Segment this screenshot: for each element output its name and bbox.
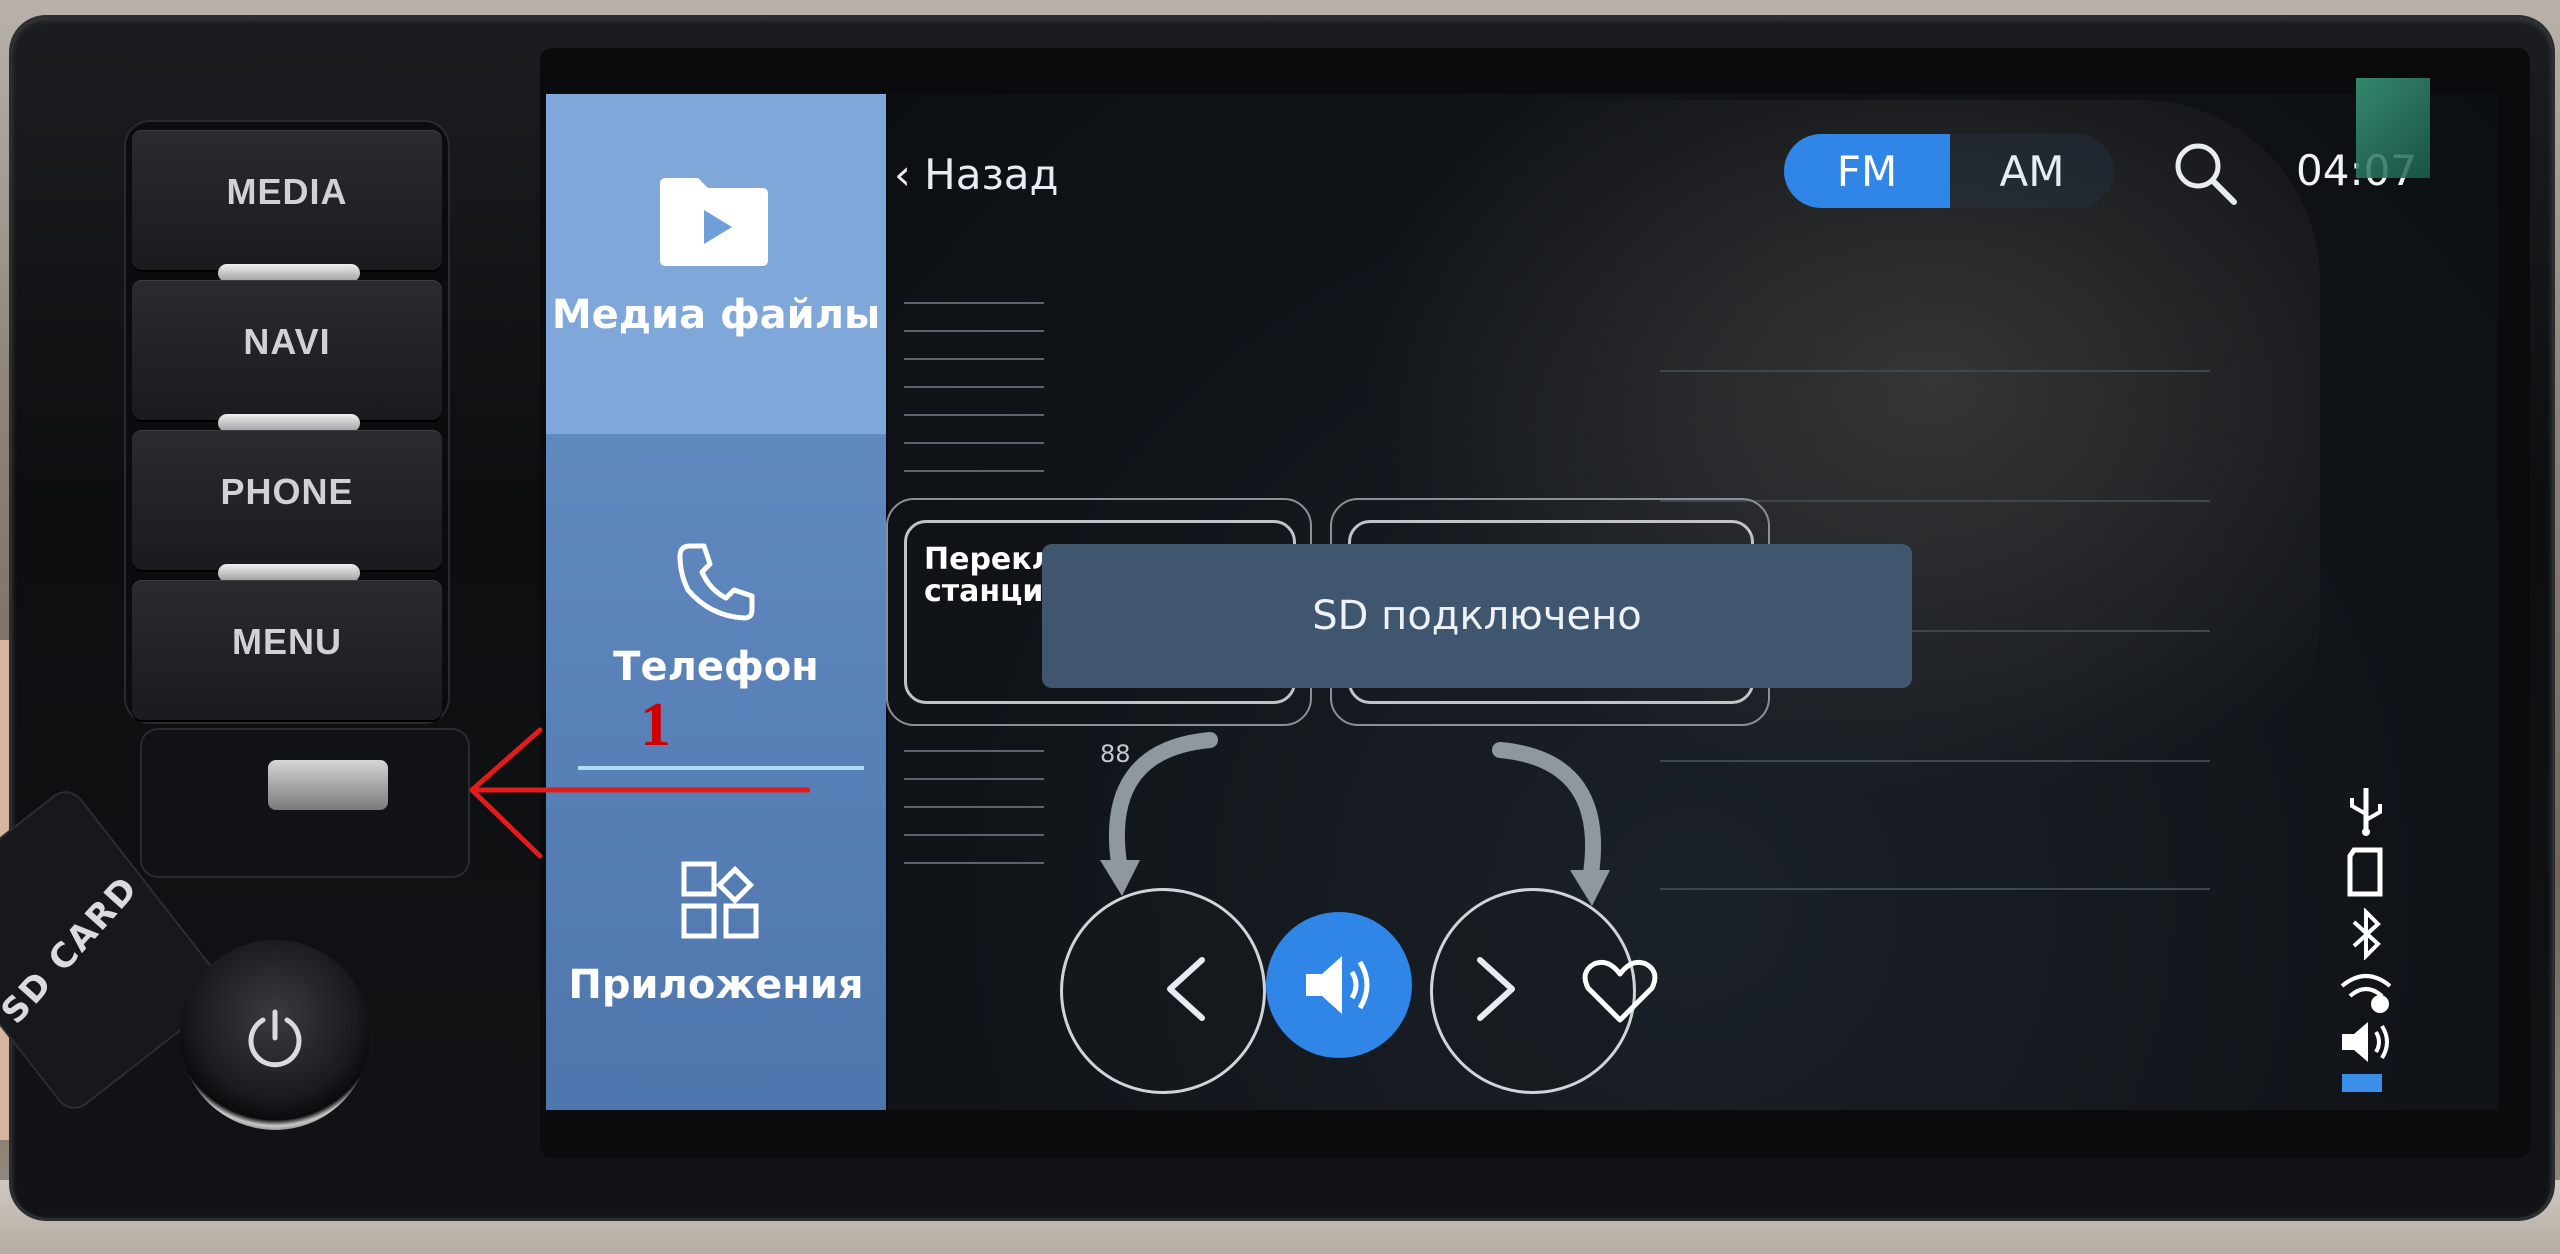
hw-menu-label: MENU: [232, 621, 342, 662]
tuning-tick: [904, 330, 1044, 332]
tuning-tick: [904, 834, 1044, 836]
tuning-tick: [904, 862, 1044, 864]
phone-icon: [677, 543, 755, 621]
volume-status-icon: [2342, 1022, 2389, 1062]
media-folder-icon: [660, 178, 768, 266]
tuning-tick: [904, 358, 1044, 360]
station-list-line: [1660, 760, 2210, 762]
chevron-right-icon[interactable]: [1472, 954, 1522, 1024]
chevron-left-icon: ‹: [894, 150, 911, 199]
hw-navi-button[interactable]: NAVI: [132, 280, 442, 420]
speaker-icon: [1306, 956, 1370, 1014]
tuning-tick: [904, 470, 1044, 472]
sidebar-item-phone-label: Телефон: [613, 644, 819, 690]
hw-media-button[interactable]: MEDIA: [132, 130, 442, 270]
usb-icon: [2350, 788, 2382, 836]
bluetooth-icon: [2352, 908, 2381, 960]
battery-icon: [2342, 1074, 2382, 1092]
search-icon[interactable]: [2170, 138, 2240, 208]
apps-icon: [681, 861, 759, 939]
tab-fm[interactable]: FM: [1784, 134, 1950, 208]
curved-arrow-left-icon: [1100, 732, 1218, 896]
wifi-off-icon: [2340, 974, 2392, 1013]
station-list-line: [1660, 370, 2210, 372]
hw-media-label: MEDIA: [226, 171, 348, 212]
chevron-left-icon[interactable]: [1160, 954, 1210, 1024]
back-button-label: Назад: [924, 150, 1059, 199]
sd-connected-toast: SD подключено: [1042, 544, 1912, 688]
hw-menu-button[interactable]: MENU: [132, 580, 442, 720]
station-list-line: [1660, 888, 2210, 890]
tuning-tick: [904, 414, 1044, 416]
hw-phone-button[interactable]: PHONE: [132, 430, 442, 570]
tuning-tick: [904, 750, 1044, 752]
tuning-tick: [904, 386, 1044, 388]
protective-film-tab: [2356, 78, 2430, 178]
power-icon: [248, 1009, 302, 1068]
sd-card-icon: [2347, 847, 2383, 897]
sd-card-slot[interactable]: [268, 760, 388, 810]
sidebar-item-media-label: Медиа файлы: [551, 292, 881, 338]
heart-icon[interactable]: [1580, 956, 1660, 1026]
tuning-tick: [904, 778, 1044, 780]
hw-navi-label: NAVI: [243, 321, 331, 362]
tuning-tick: [904, 442, 1044, 444]
annotation-arrow-icon: [469, 727, 810, 859]
tab-am[interactable]: AM: [1950, 134, 2114, 208]
hw-phone-label: PHONE: [220, 471, 354, 512]
back-button[interactable]: ‹ Назад: [894, 150, 1059, 199]
tuning-tick: [904, 806, 1044, 808]
tuning-tick: [904, 302, 1044, 304]
curved-arrow-right-icon: [1492, 742, 1610, 906]
sidebar-item-apps-label: Приложения: [568, 962, 864, 1008]
